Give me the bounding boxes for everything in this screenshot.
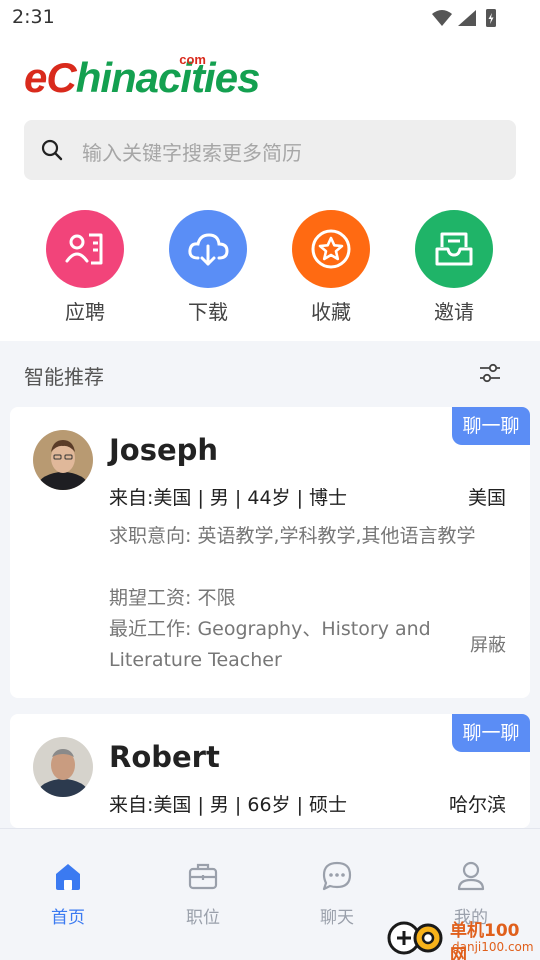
recommend-header: 智能推荐 (0, 341, 540, 407)
tab-chat[interactable]: 聊天 (297, 859, 377, 928)
watermark-logo-icon (387, 921, 443, 955)
candidate-intent: 求职意向: 英语教学,学科教学,其他语言教学 (109, 525, 476, 547)
avatar (33, 737, 93, 797)
watermark: 单机100网 danji100.com (386, 916, 536, 960)
quick-action-download[interactable]: 下载 (168, 210, 248, 325)
inbox-icon (415, 210, 493, 288)
home-icon (56, 864, 80, 890)
recommend-title: 智能推荐 (24, 365, 104, 389)
candidate-salary: 期望工资: 不限 (109, 587, 236, 609)
search-icon (41, 139, 63, 161)
tab-home[interactable]: 首页 (28, 859, 108, 928)
status-icons (432, 9, 496, 27)
candidate-card[interactable]: 聊一聊 Robert 来自:美国 | 男 | 66岁 | 硕士 哈尔滨 (10, 714, 530, 828)
tab-label: 首页 (51, 908, 85, 928)
quick-action-label: 邀请 (434, 300, 474, 324)
briefcase-icon (188, 863, 218, 890)
star-icon (292, 210, 370, 288)
candidate-name: Joseph (109, 433, 219, 467)
status-bar: 2:31 (0, 0, 540, 36)
tab-label: 职位 (186, 908, 220, 928)
candidate-location: 哈尔滨 (448, 794, 506, 816)
candidate-info: 来自:美国 | 男 | 66岁 | 硕士 (109, 794, 348, 816)
tab-label: 聊天 (320, 908, 354, 928)
quick-action-favorites[interactable]: 收藏 (291, 210, 371, 325)
avatar (33, 430, 93, 490)
person-icon (457, 861, 485, 891)
candidate-location: 美国 (467, 487, 506, 509)
tab-jobs[interactable]: 职位 (163, 859, 243, 928)
chat-button[interactable]: 聊一聊 (452, 407, 530, 445)
watermark-url: danji100.com (452, 940, 534, 954)
applicants-icon (46, 210, 124, 288)
signal-icon (458, 10, 476, 26)
candidate-recent-job: 最近工作: Geography、History and Literature T… (109, 618, 431, 671)
chat-button[interactable]: 聊一聊 (452, 714, 530, 752)
candidate-name: Robert (109, 740, 220, 774)
quick-action-label: 下载 (188, 300, 228, 324)
quick-action-invite[interactable]: 邀请 (414, 210, 494, 325)
search-placeholder: 输入关键字搜索更多简历 (82, 141, 302, 165)
block-button[interactable]: 屏蔽 (470, 631, 506, 657)
header-area: eChinacities com 输入关键字搜索更多简历 应聘 下载 收藏 邀请 (0, 36, 540, 341)
wifi-icon (432, 10, 452, 26)
search-input[interactable]: 输入关键字搜索更多简历 (24, 120, 516, 180)
chat-icon (322, 861, 352, 891)
candidate-card[interactable]: 聊一聊 Joseph 来自:美国 | 男 | 44岁 | 博士 美国 求职意向:… (10, 407, 530, 698)
quick-action-applicants[interactable]: 应聘 (45, 210, 125, 325)
filter-icon[interactable] (478, 361, 502, 385)
quick-action-label: 收藏 (311, 300, 351, 324)
status-time: 2:31 (12, 6, 55, 28)
candidate-info: 来自:美国 | 男 | 44岁 | 博士 (109, 487, 348, 509)
logo-tld: com (179, 52, 206, 67)
cloud-download-icon (169, 210, 247, 288)
echinacities-logo: eChinacities com (24, 52, 260, 102)
quick-action-label: 应聘 (65, 300, 105, 324)
